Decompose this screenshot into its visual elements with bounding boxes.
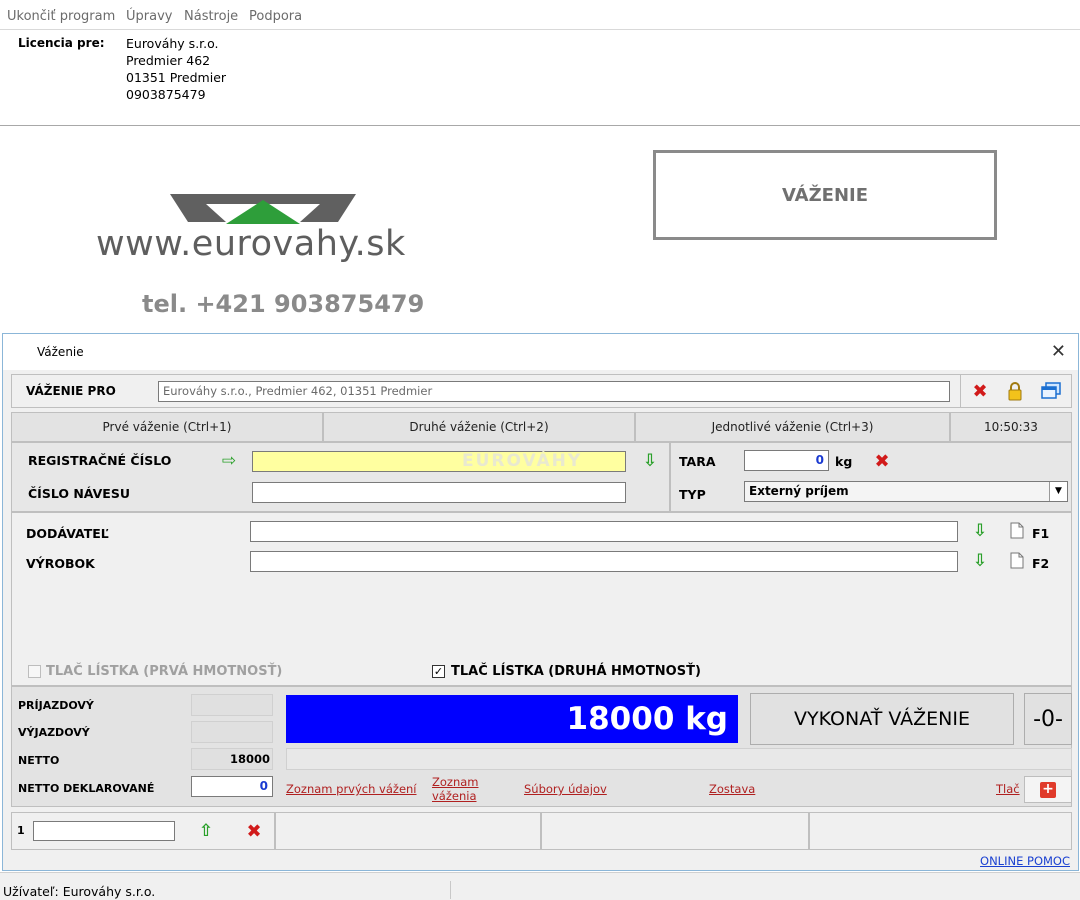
product-label: VÝROBOK (26, 556, 95, 571)
tab-first-weighing[interactable]: Prvé váženie (Ctrl+1) (11, 412, 323, 442)
netto-value: 18000 (191, 748, 273, 770)
status-bar: Užívateľ: Eurováhy s.r.o. (0, 872, 1080, 900)
logo-phone: tel. +421 903875479 (142, 290, 425, 318)
tara-unit: kg (835, 454, 853, 469)
window-restore-icon[interactable] (1040, 381, 1062, 401)
arrow-down-icon[interactable]: ⇩ (970, 521, 990, 541)
arrow-up-icon[interactable]: ⇧ (196, 821, 216, 841)
status-user: Užívateľ: Eurováhy s.r.o. (3, 884, 156, 899)
status-separator (450, 881, 451, 899)
netto-label: NETTO (18, 754, 60, 767)
vazenie-pro-label: VÁŽENIE PRO (26, 384, 116, 398)
online-help-link[interactable]: ONLINE POMOC (980, 854, 1070, 868)
clock: 10:50:33 (950, 412, 1072, 442)
vehicle-panel: REGISTRAČNÉ ČÍSLO ⇨ EUROVÁHY ⇩ ČÍSLO NÁV… (11, 442, 670, 512)
plus-icon: + (1040, 781, 1056, 798)
departure-weight-label: VÝJAZDOVÝ (18, 726, 90, 739)
counter-cell: 1 ⇧ ✖ (11, 812, 275, 850)
supplier-label: DODÁVATEĽ (26, 526, 109, 541)
menu-edit[interactable]: Úpravy (126, 9, 172, 24)
license-panel: Licencia pre: Eurováhy s.r.o. Predmier 4… (0, 30, 1080, 126)
weighing-list-link-line1[interactable]: Zoznam (432, 776, 479, 789)
departure-weight-field (191, 721, 273, 743)
arrival-weight-label: PRÍJAZDOVÝ (18, 699, 94, 712)
menu-exit-program[interactable]: Ukončiť program (7, 9, 115, 24)
dialog-title: Váženie (37, 345, 84, 359)
type-select-value: Externý príjem (749, 484, 849, 498)
status-cell-3 (541, 812, 809, 850)
message-bar (286, 748, 1072, 770)
type-select[interactable]: Externý príjem ▼ (744, 481, 1068, 502)
netto-declared-input[interactable]: 0 (191, 776, 273, 797)
supplier-input[interactable] (250, 521, 958, 542)
document-icon[interactable] (1010, 552, 1024, 569)
lock-icon[interactable] (1007, 381, 1023, 401)
trailer-number-label: ČÍSLO NÁVESU (28, 486, 130, 501)
tab-single-weighing[interactable]: Jednotlivé váženie (Ctrl+3) (635, 412, 950, 442)
arrow-down-icon[interactable]: ⇩ (970, 551, 990, 571)
tara-input[interactable]: 0 (744, 450, 829, 471)
delete-icon[interactable]: ✖ (244, 821, 264, 842)
delete-icon[interactable]: ✖ (970, 381, 990, 402)
first-weighings-list-link[interactable]: Zoznam prvých vážení (286, 783, 417, 796)
watermark-text: EUROVÁHY (462, 451, 583, 471)
weight-panel: PRÍJAZDOVÝ VÝJAZDOVÝ NETTO 18000 NETTO D… (11, 686, 1072, 807)
data-files-link[interactable]: Súbory údajov (524, 783, 607, 796)
eurovahy-logo-icon (170, 194, 356, 224)
tara-panel: TARA 0 kg ✖ TYP Externý príjem ▼ (670, 442, 1072, 512)
menu-tools[interactable]: Nástroje (184, 9, 238, 24)
zero-button[interactable]: -0- (1024, 693, 1072, 745)
dialog-titlebar: Váženie ✕ (3, 334, 1078, 370)
product-input[interactable] (250, 551, 958, 572)
supplier-hotkey: F1 (1032, 526, 1050, 541)
arrow-down-icon[interactable]: ⇩ (640, 451, 660, 471)
print-second-label: TLAČ LÍSTKA (DRUHÁ HMOTNOSŤ) (451, 664, 701, 679)
print-first-label: TLAČ LÍSTKA (PRVÁ HMOTNOSŤ) (46, 664, 283, 679)
status-cell-4 (809, 812, 1072, 850)
license-street: Predmier 462 (126, 53, 211, 68)
report-link[interactable]: Zostava (709, 783, 755, 796)
license-label: Licencia pre: (18, 36, 105, 50)
weighing-dialog: Váženie ✕ VÁŽENIE PRO Eurováhy s.r.o., P… (2, 333, 1079, 871)
product-hotkey: F2 (1032, 556, 1050, 571)
perform-weighing-button[interactable]: VYKONAŤ VÁŽENIE (750, 693, 1014, 745)
weighing-list-link-line2[interactable]: váženia (432, 790, 477, 803)
print-second-checkbox[interactable]: ✓ (432, 665, 445, 678)
clear-tara-icon[interactable]: ✖ (871, 451, 893, 472)
weight-display: 18000 kg (286, 695, 738, 743)
counter-input[interactable] (33, 821, 175, 841)
license-company: Eurováhy s.r.o. (126, 36, 219, 51)
arrival-weight-field (191, 694, 273, 716)
license-city: 01351 Predmier (126, 70, 227, 85)
print-first-checkbox[interactable] (28, 665, 41, 678)
chevron-down-icon[interactable]: ▼ (1049, 482, 1067, 501)
counter-label: 1 (17, 824, 25, 837)
license-phone: 0903875479 (126, 87, 206, 102)
netto-declared-label: NETTO DEKLAROVANÉ (18, 782, 155, 795)
trailer-number-input[interactable] (252, 482, 626, 503)
logo-url: www.eurovahy.sk (96, 224, 406, 264)
tab-second-weighing[interactable]: Druhé váženie (Ctrl+2) (323, 412, 635, 442)
arrow-right-icon: ⇨ (221, 451, 237, 471)
document-icon[interactable] (1010, 522, 1024, 539)
status-cell-2 (275, 812, 541, 850)
logo-area: www.eurovahy.sk tel. +421 903875479 VÁŽE… (0, 126, 1080, 336)
vazenie-pro-row: VÁŽENIE PRO Eurováhy s.r.o., Predmier 46… (11, 374, 1072, 408)
tara-label: TARA (679, 454, 716, 469)
menu-support[interactable]: Podpora (249, 9, 302, 24)
add-button[interactable]: + (1024, 776, 1072, 803)
details-panel: DODÁVATEĽ ⇩ F1 VÝROBOK ⇩ F2 TLAČ LÍSTKA … (11, 512, 1072, 686)
type-label: TYP (679, 487, 706, 502)
close-icon[interactable]: ✕ (1051, 341, 1066, 362)
vazenie-button[interactable]: VÁŽENIE (653, 150, 997, 240)
menu-bar: Ukončiť program Úpravy Nástroje Podpora (0, 0, 1080, 30)
vazenie-pro-field[interactable]: Eurováhy s.r.o., Predmier 462, 01351 Pre… (158, 381, 950, 402)
reg-number-label: REGISTRAČNÉ ČÍSLO (28, 453, 172, 468)
print-link[interactable]: Tlač (996, 783, 1020, 796)
